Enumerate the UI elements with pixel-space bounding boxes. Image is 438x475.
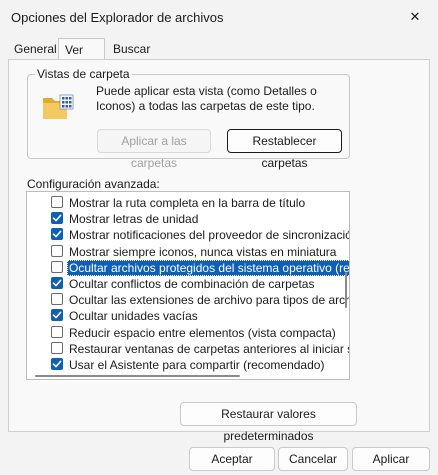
close-button[interactable]: ✕ bbox=[392, 0, 438, 34]
advanced-settings-list[interactable]: Mostrar la ruta completa en la barra de … bbox=[26, 191, 350, 380]
apply-to-folders-button[interactable]: Aplicar a las carpetas bbox=[97, 129, 211, 170]
setting-item[interactable]: Mostrar letras de unidad bbox=[27, 211, 349, 227]
checkbox-unchecked-icon[interactable] bbox=[51, 325, 63, 338]
setting-label: Mostrar letras de unidad bbox=[69, 212, 199, 227]
title-bar: Opciones del Explorador de archivos ✕ bbox=[0, 0, 438, 34]
tab-general[interactable]: General bbox=[8, 40, 57, 60]
cancel-button[interactable]: Cancelar bbox=[278, 447, 348, 471]
checkbox-unchecked-icon[interactable] bbox=[51, 293, 63, 306]
setting-item[interactable]: Ocultar unidades vacías bbox=[27, 308, 349, 324]
setting-item[interactable]: Reducir espacio entre elementos (vista c… bbox=[27, 325, 349, 341]
checkbox-unchecked-icon[interactable] bbox=[51, 260, 63, 273]
checkbox-checked-icon[interactable] bbox=[51, 212, 63, 225]
horizontal-scrollbar[interactable] bbox=[35, 375, 240, 377]
reset-folders-button[interactable]: Restablecer carpetas bbox=[227, 129, 342, 170]
setting-label: Restaurar ventanas de carpetas anteriore… bbox=[69, 341, 350, 356]
checkbox-checked-icon[interactable] bbox=[51, 277, 63, 289]
checkbox-unchecked-icon[interactable] bbox=[51, 196, 63, 208]
setting-item[interactable]: Ocultar conflictos de combinación de car… bbox=[27, 276, 349, 292]
tab-ver[interactable]: Ver bbox=[58, 38, 105, 60]
apply-button[interactable]: Aplicar bbox=[352, 447, 430, 471]
tab-label: Buscar bbox=[113, 42, 151, 56]
restore-defaults-button[interactable]: Restaurar valores predeterminados bbox=[180, 402, 357, 443]
checkbox-checked-icon[interactable] bbox=[51, 228, 63, 241]
tab-buscar[interactable]: Buscar bbox=[107, 40, 161, 60]
setting-item[interactable]: Mostrar la ruta completa en la barra de … bbox=[27, 195, 349, 211]
setting-item[interactable]: Mostrar notificaciones del proveedor de … bbox=[27, 227, 350, 243]
setting-label: Ocultar las extensiones de archivo para … bbox=[69, 293, 350, 308]
folder-views-label: Vistas de carpeta bbox=[35, 67, 132, 81]
checkbox-checked-icon[interactable] bbox=[51, 358, 63, 370]
setting-label: Ocultar conflictos de combinación de car… bbox=[69, 277, 315, 291]
setting-item[interactable]: Restaurar ventanas de carpetas anteriore… bbox=[27, 341, 350, 357]
checkbox-checked-icon[interactable] bbox=[51, 309, 63, 322]
vertical-scrollbar[interactable] bbox=[345, 272, 347, 308]
setting-label: Mostrar la ruta completa en la barra de … bbox=[69, 196, 306, 210]
setting-item[interactable]: Ocultar archivos protegidos del sistema … bbox=[27, 259, 349, 276]
setting-item[interactable]: Ocultar las extensiones de archivo para … bbox=[27, 292, 350, 308]
setting-item[interactable]: Mostrar siempre iconos, nunca vistas en … bbox=[27, 244, 349, 260]
ok-button[interactable]: Aceptar bbox=[189, 447, 275, 471]
setting-label: Mostrar notificaciones del proveedor de … bbox=[69, 228, 350, 243]
tab-label: General bbox=[14, 42, 57, 56]
setting-label: Ocultar archivos protegidos del sistema … bbox=[67, 259, 349, 276]
checkbox-unchecked-icon[interactable] bbox=[51, 341, 63, 354]
checkbox-unchecked-icon[interactable] bbox=[51, 244, 63, 257]
window-title: Opciones del Explorador de archivos bbox=[11, 10, 224, 25]
folder-icon bbox=[43, 94, 74, 119]
setting-label: Ocultar unidades vacías bbox=[69, 309, 198, 324]
setting-label: Usar el Asistente para compartir (recome… bbox=[69, 358, 325, 372]
close-icon: ✕ bbox=[409, 9, 421, 24]
folder-views-description: Puede aplicar esta vista (como Detalles … bbox=[96, 84, 317, 113]
advanced-settings-label: Configuración avanzada: bbox=[27, 177, 160, 191]
setting-item[interactable]: Usar el Asistente para compartir (recome… bbox=[27, 357, 349, 373]
setting-label: Mostrar siempre iconos, nunca vistas en … bbox=[69, 244, 337, 259]
setting-label: Reducir espacio entre elementos (vista c… bbox=[69, 325, 336, 340]
tab-label: Ver bbox=[65, 43, 84, 57]
